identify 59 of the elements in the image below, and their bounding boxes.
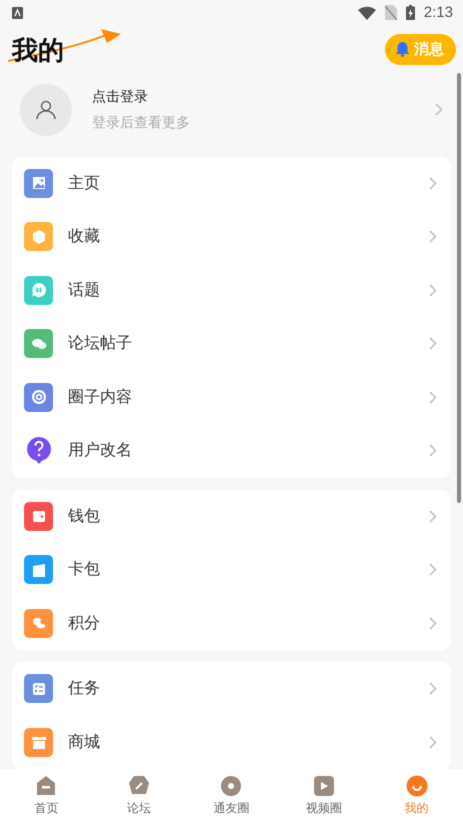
chevron-right-icon: [429, 176, 437, 190]
chevron-right-icon: [429, 616, 437, 630]
tab[interactable]: 通友圈: [185, 769, 278, 823]
menu-item[interactable]: 主页: [24, 156, 437, 210]
menu-item[interactable]: 收藏: [24, 210, 437, 264]
chevron-right-icon: [429, 736, 437, 749]
chevron-right-icon: [429, 390, 437, 404]
menu-item[interactable]: 任务: [24, 662, 437, 716]
chevron-right-icon: [429, 444, 437, 458]
tab[interactable]: 论坛: [92, 769, 186, 823]
keyboard-icon: [12, 6, 23, 18]
tab-label: 我的: [404, 800, 429, 817]
menu-label: 积分: [68, 612, 101, 634]
menu-item[interactable]: 卡包: [24, 543, 437, 596]
chevron-right-icon: [429, 563, 437, 576]
tab-label: 论坛: [126, 800, 151, 817]
tab-icon: [220, 775, 242, 797]
menu-item[interactable]: 商城: [24, 716, 437, 769]
chevron-right-icon: [435, 103, 443, 116]
menu-label: 圈子内容: [68, 386, 133, 408]
chevron-right-icon: [429, 284, 437, 297]
menu-item[interactable]: 钱包: [24, 490, 437, 543]
user-icon: [36, 100, 56, 120]
tab-label: 视频圈: [306, 800, 342, 817]
tab-icon: [406, 775, 428, 797]
menu-label: 话题: [68, 280, 101, 301]
menu-label: 收藏: [68, 226, 101, 248]
login-row[interactable]: 点击登录 登录后查看更多: [12, 75, 451, 144]
tab-label: 首页: [34, 800, 58, 817]
menu-label: 卡包: [68, 559, 101, 580]
menu-label: 用户改名: [68, 440, 133, 462]
tab-icon: [35, 775, 58, 797]
chevron-right-icon: [429, 682, 437, 696]
tab[interactable]: 首页: [0, 769, 93, 823]
chevron-right-icon: [429, 510, 437, 523]
login-title: 点击登录: [92, 88, 149, 106]
menu-label: 论坛帖子: [68, 333, 133, 354]
menu-label: 钱包: [68, 506, 101, 527]
menu-label: 任务: [68, 678, 101, 700]
tab-label: 通友圈: [213, 800, 250, 817]
chevron-right-icon: [429, 230, 437, 244]
no-sim-icon: [384, 5, 397, 20]
menu-item[interactable]: 话题: [24, 264, 437, 317]
bell-icon: [395, 41, 410, 57]
menu-label: 商城: [68, 732, 101, 753]
menu-label: 主页: [68, 172, 101, 194]
menu-item[interactable]: 用户改名: [24, 424, 437, 478]
status-time: 2:13: [424, 4, 453, 21]
question-icon: [24, 436, 53, 466]
login-subtitle: 登录后查看更多: [92, 114, 191, 132]
wifi-icon: [358, 6, 376, 20]
tab-icon: [313, 775, 336, 797]
tab-icon: [128, 775, 150, 797]
menu-item[interactable]: 论坛帖子: [24, 317, 437, 370]
tab[interactable]: 视频圈: [278, 769, 370, 823]
menu-item[interactable]: 积分: [24, 596, 437, 650]
menu-item[interactable]: 圈子内容: [24, 370, 437, 424]
chevron-right-icon: [429, 337, 437, 350]
battery-icon: [406, 5, 415, 20]
